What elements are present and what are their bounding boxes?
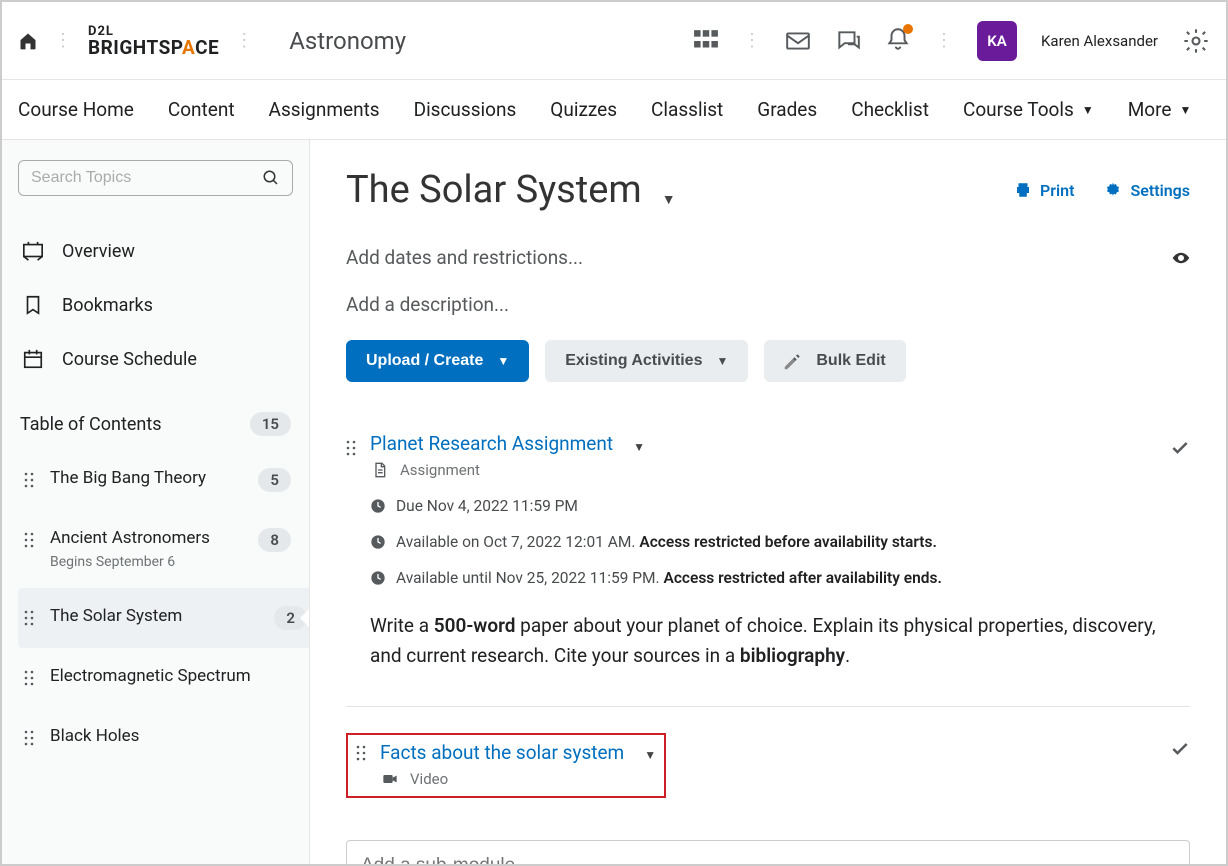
toc-item-black-holes[interactable]: Black Holes	[18, 708, 293, 768]
nav-course-home[interactable]: Course Home	[18, 98, 134, 121]
content-type-label: Assignment	[400, 461, 480, 479]
page-title[interactable]: The Solar System	[346, 168, 642, 212]
search-input[interactable]	[31, 169, 262, 187]
nav-more[interactable]: More▼	[1128, 98, 1192, 121]
count-badge: 8	[258, 528, 291, 552]
sidebar-overview[interactable]: Overview	[18, 224, 293, 278]
completion-check-icon[interactable]	[1170, 438, 1190, 458]
search-icon	[262, 169, 280, 187]
course-name[interactable]: Astronomy	[289, 27, 406, 55]
toc-item-big-bang[interactable]: The Big Bang Theory 5	[18, 450, 293, 510]
gear-icon	[1104, 181, 1122, 199]
pencil-icon	[784, 352, 802, 370]
main-content: The Solar System ▼ Print Settings Add da…	[310, 140, 1226, 864]
avatar[interactable]: KA	[977, 21, 1017, 61]
add-sub-module-input[interactable]	[346, 840, 1190, 864]
mail-icon[interactable]	[785, 28, 811, 54]
chevron-down-icon: ▼	[497, 354, 509, 368]
toc-item-solar-system[interactable]: The Solar System 2	[18, 588, 309, 648]
settings-button[interactable]: Settings	[1104, 181, 1190, 200]
divider	[346, 706, 1190, 707]
drag-handle-icon[interactable]	[24, 730, 34, 750]
nav-classlist[interactable]: Classlist	[651, 98, 723, 121]
brightspace-logo[interactable]: D2L BRIGHTSPACE	[88, 25, 219, 57]
clock-icon	[370, 570, 386, 586]
bookmark-icon	[22, 294, 44, 316]
upload-create-button[interactable]: Upload / Create▼	[346, 340, 529, 382]
print-icon	[1014, 181, 1032, 199]
print-button[interactable]: Print	[1014, 181, 1075, 200]
count-badge: 5	[258, 468, 291, 492]
nav-course-tools[interactable]: Course Tools▼	[963, 98, 1094, 121]
sidebar: Overview Bookmarks Course Schedule Table…	[2, 140, 310, 864]
notification-bell[interactable]	[885, 26, 911, 56]
content-item-description[interactable]: Write a 500-word paper about your planet…	[370, 611, 1170, 672]
overview-icon	[22, 240, 44, 262]
content-item-assignment: Planet Research Assignment ▼ Assignment …	[346, 418, 1190, 686]
highlighted-content-item: Facts about the solar system ▼ Video	[346, 733, 666, 798]
video-icon	[382, 771, 398, 787]
nav-discussions[interactable]: Discussions	[414, 98, 517, 121]
drag-handle-icon[interactable]	[356, 745, 366, 765]
chevron-down-icon: ▼	[716, 354, 728, 368]
nav-grades[interactable]: Grades	[757, 98, 817, 121]
clock-icon	[370, 498, 386, 514]
content-toolbar: Upload / Create▼ Existing Activities▼ Bu…	[346, 340, 1190, 382]
apps-grid-icon[interactable]	[693, 28, 719, 54]
assignment-icon	[372, 462, 388, 478]
sidebar-bookmarks[interactable]: Bookmarks	[18, 278, 293, 332]
calendar-icon	[22, 348, 44, 370]
content-item-video: Facts about the solar system ▼ Video	[346, 719, 1190, 812]
toc-item-em-spectrum[interactable]: Electromagnetic Spectrum	[18, 648, 293, 708]
sidebar-schedule[interactable]: Course Schedule	[18, 332, 293, 386]
chevron-down-icon[interactable]: ▼	[662, 191, 676, 208]
count-badge: 2	[274, 606, 307, 630]
chevron-down-icon: ▼	[1179, 103, 1191, 117]
chevron-down-icon[interactable]: ▼	[633, 440, 645, 454]
drag-handle-icon[interactable]	[24, 670, 34, 690]
nav-assignments[interactable]: Assignments	[269, 98, 380, 121]
top-header: ⋮ D2L BRIGHTSPACE ⋮ Astronomy ⋮ ⋮ KA Kar…	[2, 2, 1226, 80]
drag-handle-icon[interactable]	[346, 440, 356, 460]
chevron-down-icon: ▼	[1082, 103, 1094, 117]
completion-check-icon[interactable]	[1170, 739, 1190, 759]
home-icon[interactable]	[18, 31, 38, 51]
clock-icon	[370, 534, 386, 550]
content-item-title[interactable]: Facts about the solar system	[380, 741, 624, 764]
nav-checklist[interactable]: Checklist	[851, 98, 929, 121]
course-nav: Course Home Content Assignments Discussi…	[2, 80, 1226, 140]
separator: ⋮	[235, 30, 253, 51]
drag-handle-icon[interactable]	[24, 610, 34, 630]
search-topics[interactable]	[18, 160, 293, 196]
content-type-label: Video	[410, 770, 448, 788]
toc-item-ancient-astronomers[interactable]: Ancient AstronomersBegins September 6 8	[18, 510, 293, 588]
notification-dot	[903, 24, 913, 34]
chat-icon[interactable]	[835, 28, 861, 54]
existing-activities-button[interactable]: Existing Activities▼	[545, 340, 748, 382]
visibility-icon[interactable]	[1172, 252, 1190, 264]
nav-content[interactable]: Content	[168, 98, 235, 121]
separator: ⋮	[743, 30, 761, 51]
separator: ⋮	[935, 30, 953, 51]
user-name[interactable]: Karen Alexsander	[1041, 32, 1158, 50]
add-dates-link[interactable]: Add dates and restrictions...	[346, 246, 583, 269]
bulk-edit-button[interactable]: Bulk Edit	[764, 340, 905, 382]
drag-handle-icon[interactable]	[24, 532, 34, 552]
add-description-link[interactable]: Add a description...	[346, 293, 509, 316]
drag-handle-icon[interactable]	[24, 472, 34, 492]
toc-header[interactable]: Table of Contents 15	[18, 394, 293, 450]
nav-quizzes[interactable]: Quizzes	[550, 98, 617, 121]
toc-count-badge: 15	[250, 412, 291, 436]
chevron-down-icon[interactable]: ▼	[644, 748, 656, 762]
gear-icon[interactable]	[1182, 27, 1210, 55]
separator: ⋮	[54, 30, 72, 51]
content-item-title[interactable]: Planet Research Assignment	[370, 432, 613, 455]
